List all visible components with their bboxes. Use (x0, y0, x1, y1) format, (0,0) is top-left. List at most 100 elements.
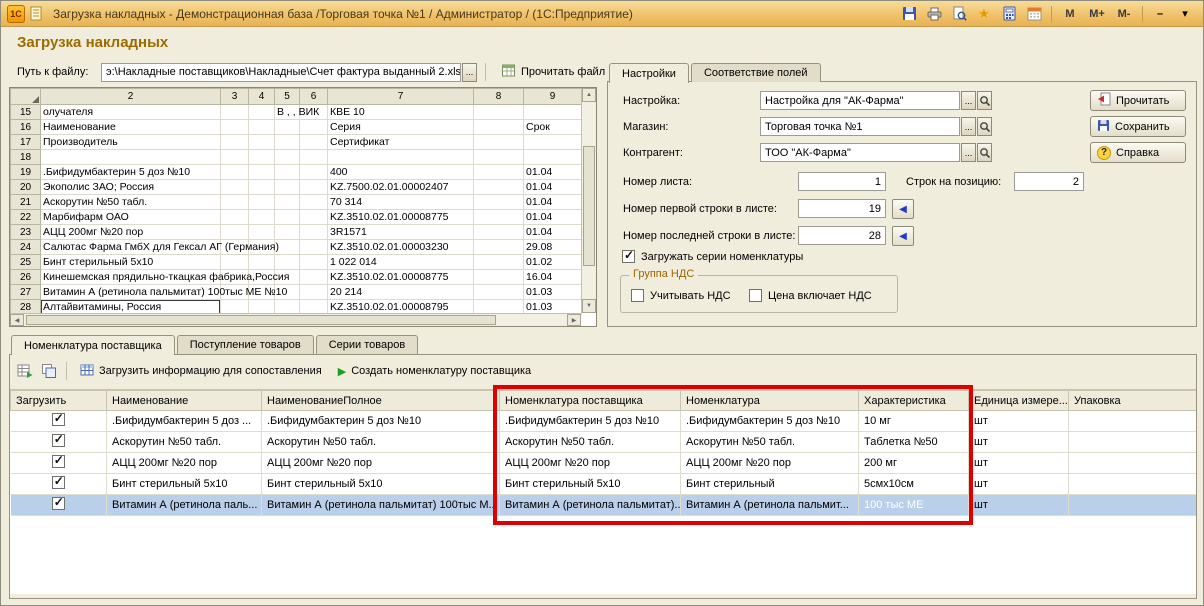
tab-goods-receipt[interactable]: Поступление товаров (177, 335, 314, 354)
sheet-cell[interactable] (221, 135, 249, 150)
supplier-nomenclature-cell[interactable]: Бинт стерильный 5х10 (500, 474, 681, 495)
sheet-cell[interactable] (474, 225, 524, 240)
sheet-column-header[interactable]: 2 (41, 89, 221, 105)
sheet-cell[interactable] (221, 150, 249, 165)
setting-ellipsis-button[interactable]: ... (961, 91, 976, 110)
name-cell[interactable]: .Бифидумбактерин 5 доз ... (107, 411, 262, 432)
unit-cell[interactable]: шт (969, 495, 1069, 516)
sheet-cell[interactable] (474, 255, 524, 270)
column-header-supplier-nomenclature[interactable]: Номенклатура поставщика (500, 391, 681, 411)
read-file-button[interactable]: Прочитать файл (494, 61, 612, 83)
sheet-cell[interactable]: 01.03 (524, 285, 582, 300)
sheet-cell[interactable]: 70 314 (328, 195, 474, 210)
sheet-cell[interactable]: 400 (328, 165, 474, 180)
packaging-cell[interactable] (1069, 495, 1197, 516)
sheet-cell[interactable] (249, 165, 275, 180)
nomenclature-cell[interactable]: Витамин А (ретинола пальмит... (681, 495, 859, 516)
sheet-cell[interactable]: 01.04 (524, 225, 582, 240)
sheet-cell[interactable] (221, 195, 249, 210)
sheet-cell[interactable] (275, 225, 300, 240)
sheet-cell[interactable]: 01.04 (524, 165, 582, 180)
sheet-cell[interactable]: Серия (328, 120, 474, 135)
name-cell[interactable]: Аскорутин №50 табл. (107, 432, 262, 453)
sheet-cell[interactable] (249, 105, 275, 120)
sheet-cell[interactable] (221, 180, 249, 195)
sheet-cell[interactable]: Марбифарм ОАО (41, 210, 221, 225)
sheet-cell[interactable] (275, 165, 300, 180)
sheet-row[interactable]: 20 Экополис ЗАО; Россия KZ.7500.02.01.00… (11, 180, 582, 195)
sheet-cell[interactable] (41, 150, 221, 165)
column-header-fullname[interactable]: НаименованиеПолное (262, 391, 500, 411)
sheet-cell[interactable]: KZ.3510.02.01.00008775 (328, 270, 474, 285)
sheet-cell[interactable] (474, 135, 524, 150)
scroll-down-icon[interactable]: ▼ (582, 299, 596, 313)
sheet-cell[interactable] (275, 195, 300, 210)
shop-magnifier-icon[interactable] (977, 117, 992, 136)
packaging-cell[interactable] (1069, 474, 1197, 495)
sheet-row[interactable]: 19 .Бифидумбактерин 5 доз №10 400 01.04 (11, 165, 582, 180)
sheet-column-header[interactable]: 6 (300, 89, 328, 105)
sheet-cell[interactable] (474, 180, 524, 195)
sheet-cell[interactable] (275, 120, 300, 135)
load-checkbox[interactable] (52, 434, 65, 447)
sheet-cell[interactable]: 01.02 (524, 255, 582, 270)
horizontal-scrollbar[interactable]: ◀ ▶ (10, 313, 581, 326)
row-number[interactable]: 20 (11, 180, 41, 195)
row-number[interactable]: 26 (11, 270, 41, 285)
characteristic-cell[interactable]: Таблетка №50 (859, 432, 969, 453)
sheet-cell[interactable] (300, 150, 328, 165)
copy-table-icon[interactable] (38, 360, 60, 382)
sheet-cell[interactable] (474, 150, 524, 165)
sheet-cell[interactable] (300, 180, 328, 195)
sheet-cell[interactable]: KZ.3510.02.01.00003230 (328, 240, 474, 255)
characteristic-cell[interactable]: 10 мг (859, 411, 969, 432)
setting-magnifier-icon[interactable] (977, 91, 992, 110)
sheet-cell[interactable]: КВЕ 10 (328, 105, 474, 120)
row-number[interactable]: 23 (11, 225, 41, 240)
packaging-cell[interactable] (1069, 453, 1197, 474)
select-all-corner[interactable] (11, 89, 41, 105)
sheet-row[interactable]: 21 Аскорутин №50 табл. 70 314 01.04 (11, 195, 582, 210)
sheet-cell[interactable] (221, 105, 249, 120)
fullname-cell[interactable]: Аскорутин №50 табл. (262, 432, 500, 453)
load-checkbox-cell[interactable] (11, 474, 107, 495)
load-checkbox[interactable] (52, 413, 65, 426)
sheet-cell[interactable] (300, 195, 328, 210)
row-number[interactable]: 25 (11, 255, 41, 270)
sheet-cell[interactable] (300, 255, 328, 270)
sheet-cell[interactable] (474, 195, 524, 210)
sheet-cell[interactable] (221, 255, 249, 270)
sheet-cell[interactable] (300, 240, 328, 255)
supplier-nomenclature-cell[interactable]: АЦЦ 200мг №20 пор (500, 453, 681, 474)
sheet-cell[interactable]: Срок (524, 120, 582, 135)
sheet-column-header[interactable]: 9 (524, 89, 582, 105)
sheet-cell[interactable]: 01.04 (524, 180, 582, 195)
load-checkbox-cell[interactable] (11, 411, 107, 432)
sheet-cell[interactable] (300, 225, 328, 240)
characteristic-cell[interactable]: 200 мг (859, 453, 969, 474)
supplier-nomenclature-cell[interactable]: Аскорутин №50 табл. (500, 432, 681, 453)
column-header-nomenclature[interactable]: Номенклатура (681, 391, 859, 411)
load-checkbox-cell[interactable] (11, 453, 107, 474)
scroll-left-icon[interactable]: ◀ (10, 314, 24, 326)
sheet-cell[interactable] (474, 285, 524, 300)
file-path-value[interactable]: э:\Накладные поставщиков\Накладные\Счет … (101, 63, 461, 82)
sheet-cell[interactable] (474, 270, 524, 285)
sheet-cell[interactable]: Производитель (41, 135, 221, 150)
sheet-cell[interactable]: В , , ВИК (275, 105, 300, 120)
load-checkbox[interactable] (52, 455, 65, 468)
sheet-cell[interactable]: KZ.7500.02.01.00002407 (328, 180, 474, 195)
setting-value[interactable]: Настройка для "АК-Фарма" (760, 91, 960, 110)
sheet-cell[interactable]: Наименование (41, 120, 221, 135)
memory-add-button[interactable]: M+ (1084, 4, 1110, 24)
sheet-cell[interactable] (300, 135, 328, 150)
fill-table-icon[interactable] (14, 360, 36, 382)
scroll-right-icon[interactable]: ▶ (567, 314, 581, 326)
sheet-cell[interactable] (249, 180, 275, 195)
sheet-cell[interactable] (221, 165, 249, 180)
sheet-cell[interactable] (300, 285, 328, 300)
load-checkbox-cell[interactable] (11, 495, 107, 516)
mapping-row[interactable]: Витамин А (ретинола паль... Витамин А (р… (11, 495, 1197, 516)
tab-field-mapping[interactable]: Соответствие полей (691, 63, 821, 82)
sheet-cell[interactable] (524, 135, 582, 150)
